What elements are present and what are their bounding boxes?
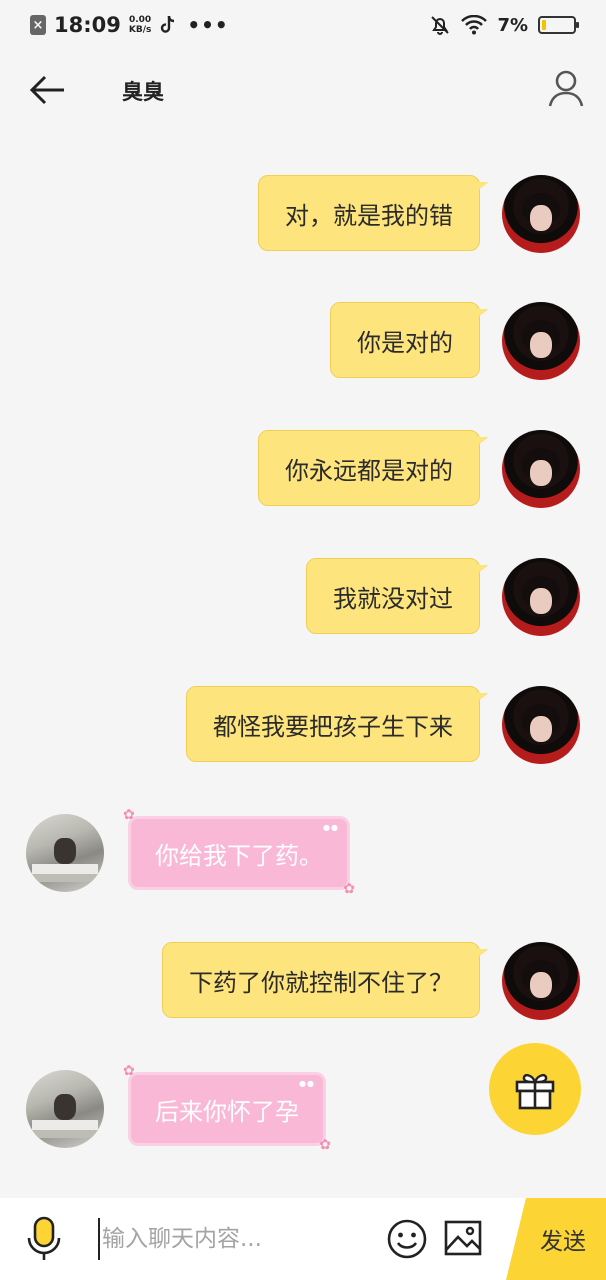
microphone-icon[interactable] bbox=[24, 1216, 64, 1262]
emoji-icon[interactable] bbox=[386, 1218, 428, 1260]
image-icon[interactable] bbox=[443, 1218, 483, 1258]
message-input-bar: 发送 bbox=[0, 1198, 606, 1280]
sent-message-bubble[interactable]: 对，就是我的错 bbox=[258, 175, 489, 251]
my-avatar[interactable] bbox=[502, 302, 580, 380]
contact-avatar[interactable] bbox=[26, 1070, 104, 1148]
status-time: 18:09 bbox=[54, 13, 121, 37]
chat-title: 臭臭 bbox=[122, 80, 164, 104]
gift-icon bbox=[515, 1074, 555, 1110]
more-notifications: ••• bbox=[187, 13, 229, 37]
my-avatar[interactable] bbox=[502, 558, 580, 636]
sent-message-bubble[interactable]: 你是对的 bbox=[330, 302, 489, 378]
my-avatar[interactable] bbox=[502, 175, 580, 253]
bubble-decoration: ●● bbox=[323, 823, 339, 832]
sent-message-bubble[interactable]: 都怪我要把孩子生下来 bbox=[186, 686, 489, 762]
chat-header: 臭臭 bbox=[0, 50, 606, 130]
tiktok-icon bbox=[161, 15, 175, 33]
battery-level bbox=[542, 20, 546, 30]
received-message-bubble[interactable]: 你给我下了药。●● bbox=[123, 807, 355, 897]
message-input[interactable] bbox=[98, 1218, 368, 1260]
sent-message-bubble[interactable]: 下药了你就控制不住了？ bbox=[162, 942, 489, 1018]
my-avatar[interactable] bbox=[502, 686, 580, 764]
contact-avatar[interactable] bbox=[26, 814, 104, 892]
my-avatar[interactable] bbox=[502, 942, 580, 1020]
person-icon[interactable] bbox=[546, 68, 586, 108]
send-button[interactable]: 发送 bbox=[506, 1198, 606, 1280]
wifi-icon bbox=[461, 15, 488, 35]
sent-message-bubble[interactable]: 我就没对过 bbox=[306, 558, 489, 634]
status-bar: × 18:09 0.00 KB/s ••• 7% bbox=[0, 0, 606, 50]
mute-bell-icon bbox=[431, 16, 450, 35]
my-avatar[interactable] bbox=[502, 430, 580, 508]
received-message-bubble[interactable]: 后来你怀了孕●● bbox=[123, 1063, 331, 1153]
gift-button[interactable] bbox=[489, 1043, 581, 1135]
battery-percent: 7% bbox=[497, 14, 528, 36]
arrow-left-icon[interactable] bbox=[28, 70, 68, 110]
message-list[interactable]: 对，就是我的错 你是对的 你永远都是对的 我就没对过 都怪我要把孩子生下来 你给… bbox=[0, 130, 606, 1198]
battery-icon bbox=[538, 16, 579, 34]
bubble-decoration: ●● bbox=[299, 1079, 315, 1088]
network-speed: 0.00 KB/s bbox=[128, 15, 152, 35]
sent-message-bubble[interactable]: 你永远都是对的 bbox=[258, 430, 489, 506]
notification-dismissed-icon: × bbox=[30, 15, 46, 35]
